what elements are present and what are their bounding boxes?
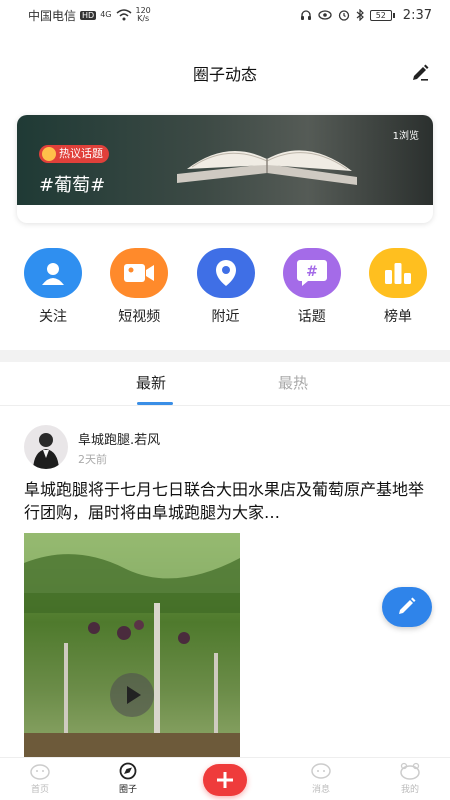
svg-text:#: #: [306, 264, 318, 280]
quick-nav-ranking[interactable]: 榜单: [368, 248, 428, 326]
eye-icon: [318, 10, 332, 20]
nav-home[interactable]: 首页: [20, 762, 60, 795]
bottom-nav: 首页 圈子 消息 我的: [0, 757, 450, 800]
quick-nav-follow[interactable]: 关注: [23, 248, 83, 326]
post-video-thumbnail[interactable]: [24, 533, 240, 757]
hashtag-icon: #: [282, 248, 341, 298]
home-icon: [30, 764, 50, 780]
quick-nav-nearby[interactable]: 附近: [196, 248, 256, 326]
avatar[interactable]: [24, 425, 68, 469]
topic-title: #葡萄#: [39, 175, 106, 196]
video-camera-icon: [110, 248, 169, 298]
section-divider: [0, 350, 450, 362]
headphone-icon: [300, 10, 311, 20]
add-button[interactable]: [203, 764, 247, 796]
profile-icon: [400, 762, 420, 780]
banner-image: 热议话题 #葡萄# 1浏览: [17, 115, 433, 205]
feed-tabs: 最新 最热: [0, 362, 450, 406]
quick-nav-topic[interactable]: # 话题: [282, 248, 342, 326]
message-icon: [311, 763, 331, 779]
signal-type: 4G: [100, 10, 112, 19]
compass-icon: [119, 762, 137, 780]
vineyard-image: [24, 533, 240, 757]
battery-icon: 52: [369, 9, 395, 21]
quick-nav: 关注 短视频 附近 # 话题 榜单: [0, 248, 450, 326]
carrier-name: 中国电信: [28, 8, 77, 23]
play-icon: [127, 686, 141, 704]
hd-badge: HD: [80, 10, 97, 20]
pencil-icon: [399, 597, 416, 614]
bluetooth-icon: [356, 9, 364, 21]
network-speed: 120 K/s: [135, 6, 151, 23]
compose-post-button[interactable]: [382, 587, 432, 627]
post-timestamp: 2天前: [78, 453, 107, 466]
location-pin-icon: [196, 248, 255, 298]
add-icon: [217, 772, 233, 788]
nav-messages[interactable]: 消息: [301, 762, 341, 795]
tab-hottest[interactable]: 最热: [278, 372, 308, 393]
wifi-icon: [116, 9, 131, 21]
edit-icon[interactable]: [410, 63, 430, 83]
nav-circle[interactable]: 圈子: [108, 762, 148, 795]
flame-icon: [42, 147, 56, 161]
alarm-icon: [338, 10, 349, 21]
book-image: [177, 150, 357, 185]
tab-latest[interactable]: 最新: [136, 372, 166, 393]
hot-topic-banner[interactable]: 热议话题 #葡萄# 1浏览: [17, 115, 433, 223]
user-icon: [24, 248, 82, 298]
hot-topic-tag: 热议话题: [39, 145, 109, 163]
tabs-divider: [0, 405, 450, 406]
page-title: 圈子动态: [192, 65, 257, 84]
play-button[interactable]: [110, 673, 154, 717]
post-content[interactable]: 阜城跑腿将于七月七日联合大田水果店及葡萄原产基地举行团购，届时将由阜城跑腿为大家…: [24, 478, 428, 524]
clock: 2:37: [402, 7, 432, 23]
post-author[interactable]: 阜城跑腿.若风: [78, 429, 160, 448]
quick-nav-short-video[interactable]: 短视频: [109, 248, 169, 326]
nav-profile[interactable]: 我的: [390, 762, 430, 795]
status-bar: 中国电信 HD 4G 120 K/s 52 2:37: [0, 0, 450, 30]
view-count: 1浏览: [392, 131, 419, 142]
ranking-icon: [369, 248, 427, 298]
header: 圈子动态: [0, 55, 450, 91]
